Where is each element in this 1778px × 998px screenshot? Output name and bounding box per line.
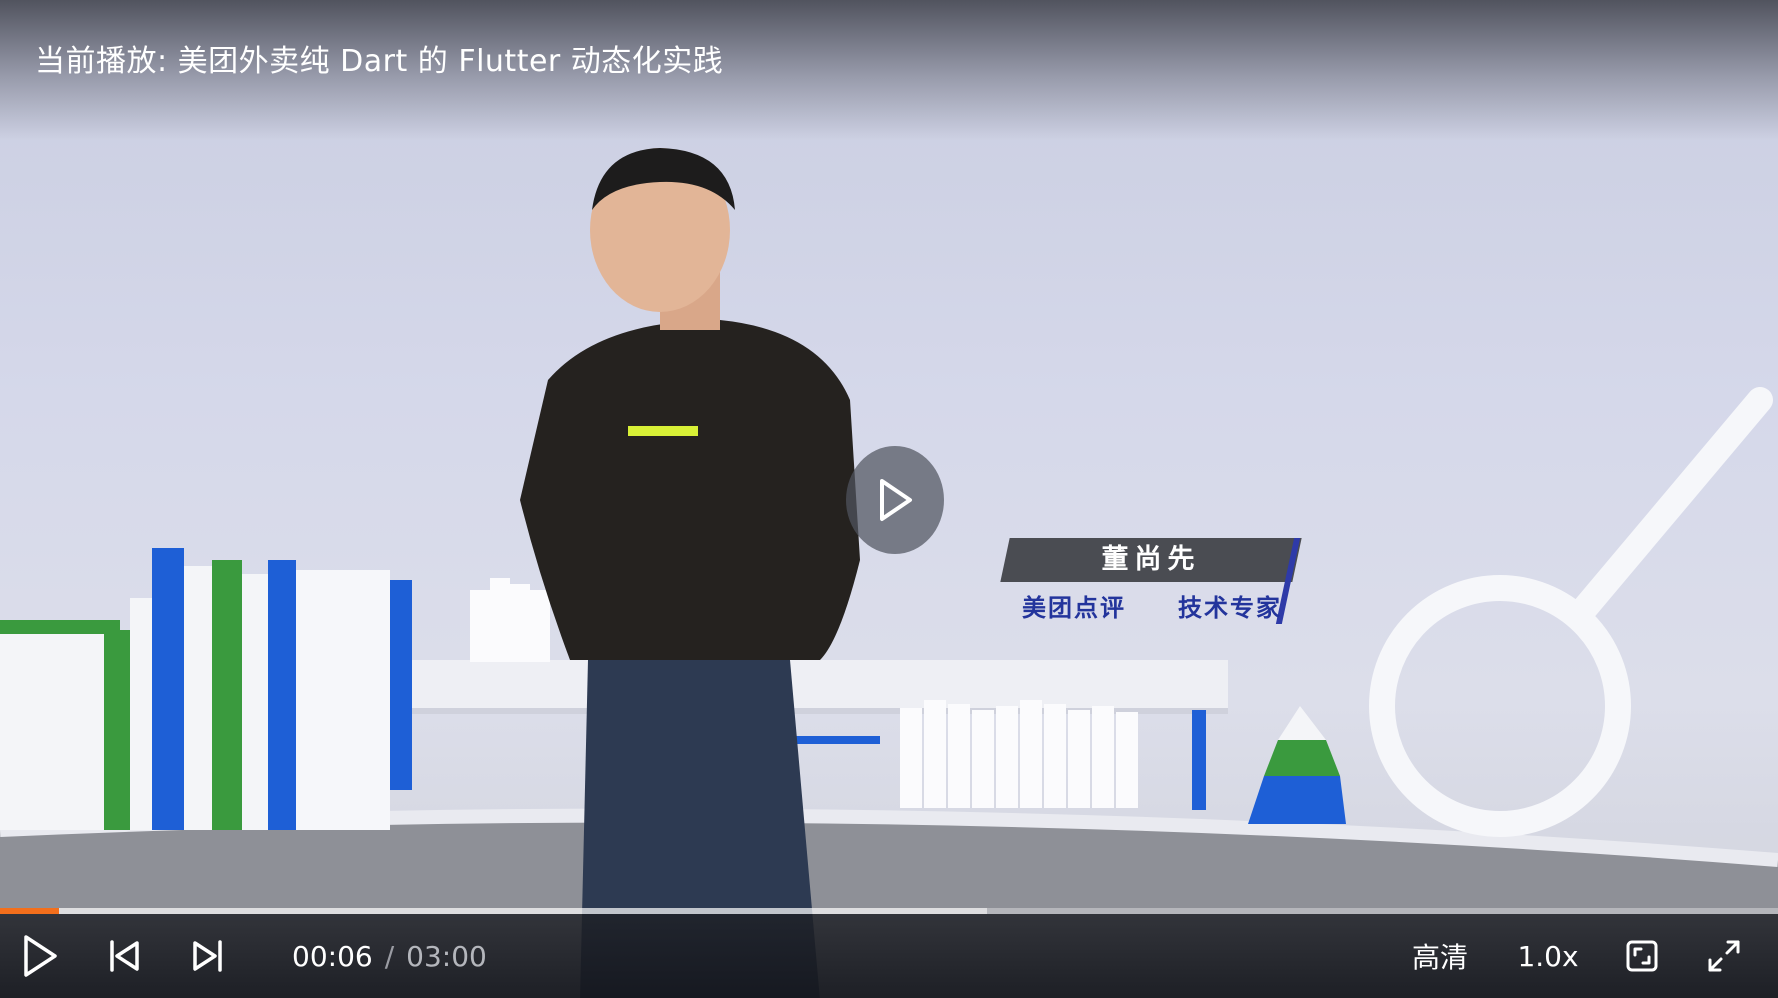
- book-stack-left: [0, 548, 412, 830]
- web-fullscreen-icon: [1626, 940, 1658, 972]
- play-button[interactable]: [16, 914, 64, 998]
- skip-next-icon: [193, 940, 222, 972]
- big-play-button[interactable]: [846, 446, 944, 554]
- next-button[interactable]: [186, 914, 230, 998]
- time-separator: /: [384, 939, 395, 973]
- fullscreen-icon: [1708, 940, 1740, 972]
- blue-post: [1192, 710, 1206, 810]
- quality-button[interactable]: 高清: [1400, 914, 1480, 998]
- web-fullscreen-button[interactable]: [1620, 914, 1664, 998]
- current-time: 00:06: [292, 939, 373, 973]
- skip-previous-icon: [110, 940, 139, 972]
- previous-button[interactable]: [102, 914, 146, 998]
- speaker-name: 董尚先: [1101, 544, 1201, 575]
- shelf: [410, 660, 1228, 710]
- fullscreen-button[interactable]: [1702, 914, 1746, 998]
- magnifier-decoration: [1369, 387, 1773, 837]
- cone-decoration: [1248, 706, 1346, 824]
- speaker-company: 美团点评: [1022, 594, 1126, 622]
- speaker-affiliation: 美团点评 技术专家: [1022, 588, 1282, 623]
- play-icon: [24, 935, 57, 977]
- video-player[interactable]: 当前播放: 美团外卖纯 Dart 的 Flutter 动态化实践 董尚先 美团点…: [0, 0, 1778, 998]
- control-bar: 00:06 / 03:00 高清 1.0x: [0, 914, 1778, 998]
- duration: 03:00: [406, 939, 487, 973]
- speaker-role: 技术专家: [1178, 594, 1282, 622]
- video-title: 当前播放: 美团外卖纯 Dart 的 Flutter 动态化实践: [35, 44, 724, 79]
- blue-bar: [790, 736, 880, 744]
- playback-speed-button[interactable]: 1.0x: [1508, 914, 1588, 998]
- play-icon: [880, 479, 912, 521]
- time-display: 00:06 / 03:00: [292, 914, 487, 998]
